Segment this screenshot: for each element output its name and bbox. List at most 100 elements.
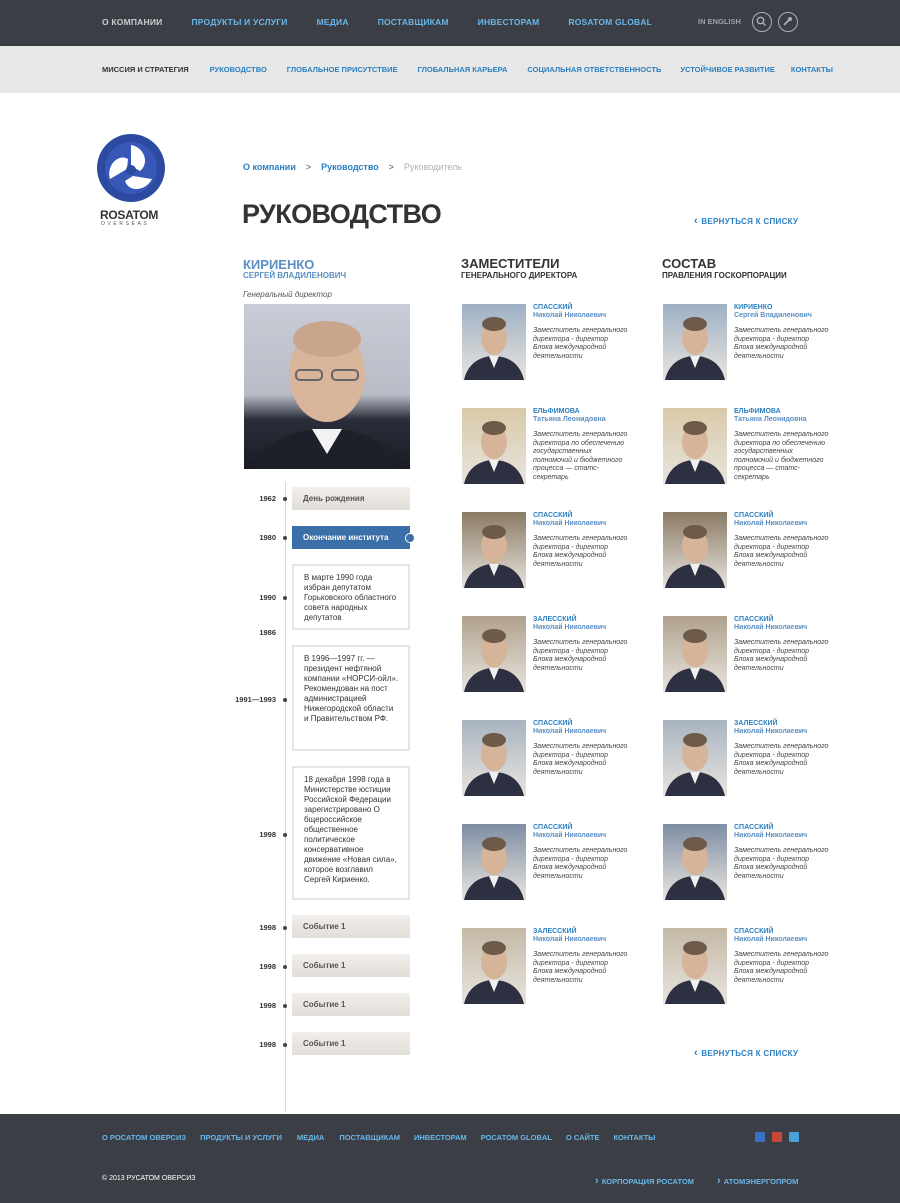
- footer-link-investors[interactable]: ИНВЕСТОРАМ: [414, 1133, 467, 1142]
- person-photo[interactable]: [462, 616, 526, 692]
- person-card[interactable]: СПАССКИЙ Николай Николаевич Заместитель ге…: [663, 512, 843, 592]
- person-last-name[interactable]: СПАССКИЙ: [533, 512, 572, 519]
- person-last-name[interactable]: ЕЛЬФИМОВА: [533, 408, 580, 415]
- person-card[interactable]: СПАССКИЙ Николай Николаевич Заместитель ге…: [462, 824, 642, 904]
- person-first-name[interactable]: Николай Николаевич: [734, 520, 807, 527]
- person-card[interactable]: СПАССКИЙ Николай Николаевич Заместитель ге…: [663, 928, 843, 1008]
- person-photo[interactable]: [462, 512, 526, 588]
- person-last-name[interactable]: ЗАЛЕССКИЙ: [533, 616, 577, 623]
- back-to-list-link-bottom[interactable]: ВЕРНУТЬСЯ К СПИСКУ: [694, 1047, 798, 1059]
- topnav-item-products[interactable]: ПРОДУКТЫ И УСЛУГИ: [191, 17, 287, 27]
- subnav-item-management[interactable]: РУКОВОДСТВО: [210, 65, 267, 74]
- chevron-down-icon[interactable]: [405, 533, 415, 543]
- person-last-name[interactable]: СПАССКИЙ: [533, 824, 572, 831]
- person-first-name[interactable]: Николай Николаевич: [533, 312, 606, 319]
- subnav-item-contacts[interactable]: КОНТАКТЫ: [791, 65, 833, 74]
- person-photo[interactable]: [663, 408, 727, 484]
- person-photo[interactable]: [663, 304, 727, 380]
- person-last-name[interactable]: ЗАЛЕССКИЙ: [533, 928, 577, 935]
- subnav-item-mission[interactable]: МИССИЯ И СТРАТЕГИЯ: [102, 65, 189, 74]
- person-card[interactable]: СПАССКИЙ Николай Николаевич Заместитель ге…: [462, 304, 642, 384]
- topnav-item-suppliers[interactable]: ПОСТАВЩИКАМ: [378, 17, 449, 27]
- breadcrumb-management[interactable]: Руководство: [321, 162, 379, 172]
- person-card[interactable]: СПАССКИЙ Николай Николаевич Заместитель ге…: [462, 720, 642, 800]
- person-card[interactable]: СПАССКИЙ Николай Николаевич Заместитель ге…: [663, 616, 843, 696]
- person-photo[interactable]: [462, 304, 526, 380]
- footer-link-site[interactable]: О САЙТЕ: [566, 1133, 600, 1142]
- back-to-list-link[interactable]: ВЕРНУТЬСЯ К СПИСКУ: [694, 215, 798, 227]
- footer-link-contacts[interactable]: КОНТАКТЫ: [613, 1133, 655, 1142]
- person-card[interactable]: ЗАЛЕССКИЙ Николай Николаевич Заместитель г…: [663, 720, 843, 800]
- person-last-name[interactable]: СПАССКИЙ: [734, 928, 773, 935]
- topnav-item-global[interactable]: ROSATOM GLOBAL: [568, 17, 652, 27]
- footer-link-media[interactable]: МЕДИА: [297, 1133, 324, 1142]
- footer-link-suppliers[interactable]: ПОСТАВЩИКАМ: [339, 1133, 400, 1142]
- subnav-item-responsibility[interactable]: СОЦИАЛЬНАЯ ОТВЕТСТВЕННОСТЬ: [527, 65, 661, 74]
- person-card[interactable]: ЕЛЬФИМОВА Татьяна Леонидовна Заместитель г…: [663, 408, 843, 488]
- person-first-name[interactable]: Сергей Владиленович: [734, 312, 812, 319]
- person-last-name[interactable]: ЕЛЬФИМОВА: [734, 408, 781, 415]
- wrench-icon[interactable]: [778, 12, 798, 32]
- person-photo[interactable]: [462, 824, 526, 900]
- person-last-name[interactable]: СПАССКИЙ: [533, 304, 572, 311]
- person-first-name[interactable]: Николай Николаевич: [734, 936, 807, 943]
- person-first-name[interactable]: Николай Николаевич: [533, 520, 606, 527]
- person-first-name[interactable]: Николай Николаевич: [533, 832, 606, 839]
- person-first-name[interactable]: Николай Николаевич: [533, 728, 606, 735]
- person-photo[interactable]: [663, 512, 727, 588]
- person-card[interactable]: СПАССКИЙ Николай Николаевич Заместитель ге…: [462, 512, 642, 592]
- topnav-item-media[interactable]: МЕДИА: [317, 17, 349, 27]
- person-photo[interactable]: [663, 824, 727, 900]
- person-last-name[interactable]: СПАССКИЙ: [734, 824, 773, 831]
- footer-link-global[interactable]: РОСАТОМ GLOBAL: [481, 1133, 552, 1142]
- timeline-event[interactable]: Событие 1: [292, 954, 410, 977]
- person-last-name[interactable]: СПАССКИЙ: [734, 616, 773, 623]
- person-photo[interactable]: [462, 928, 526, 1004]
- person-photo[interactable]: [462, 720, 526, 796]
- timeline-event[interactable]: Событие 1: [292, 993, 410, 1016]
- person-first-name[interactable]: Николай Николаевич: [734, 624, 807, 631]
- person-card[interactable]: ЗАЛЕССКИЙ Николай Николаевич Заместитель г…: [462, 616, 642, 696]
- language-switch[interactable]: IN ENGLISH: [698, 17, 741, 26]
- person-first-name[interactable]: Николай Николаевич: [734, 832, 807, 839]
- timeline-line: [285, 482, 286, 1112]
- person-first-name[interactable]: Николай Николаевич: [734, 728, 807, 735]
- person-first-name[interactable]: Николай Николаевич: [533, 936, 606, 943]
- subnav-item-presence[interactable]: ГЛОБАЛЬНОЕ ПРИСУТСТВИЕ: [287, 65, 398, 74]
- google-plus-icon[interactable]: [772, 1132, 782, 1142]
- person-photo[interactable]: [663, 928, 727, 1004]
- footer-link-products[interactable]: ПРОДУКТЫ И УСЛУГИ: [200, 1133, 282, 1142]
- timeline-event[interactable]: День рождения: [292, 487, 410, 510]
- person-first-name[interactable]: Татьяна Леонидовна: [533, 416, 606, 423]
- person-photo[interactable]: [663, 616, 727, 692]
- person-last-name[interactable]: ЗАЛЕССКИЙ: [734, 720, 778, 727]
- person-card[interactable]: ЗАЛЕССКИЙ Николай Николаевич Заместитель г…: [462, 928, 642, 1008]
- search-icon[interactable]: [752, 12, 772, 32]
- breadcrumb-company[interactable]: О компании: [243, 162, 296, 172]
- topnav-item-investors[interactable]: ИНВЕСТОРАМ: [478, 17, 540, 27]
- person-first-name[interactable]: Татьяна Леонидовна: [734, 416, 807, 423]
- timeline-event-active[interactable]: Окончание института: [292, 526, 410, 549]
- timeline-event[interactable]: Событие 1: [292, 1032, 410, 1055]
- person-photo[interactable]: [462, 408, 526, 484]
- footer-link-rosatom[interactable]: КОРПОРАЦИЯ РОСАТОМ: [595, 1175, 694, 1187]
- topnav-item-company[interactable]: О КОМПАНИИ: [102, 17, 162, 27]
- footer-link-atomenergoprom[interactable]: АТОМЭНЕРГОПРОМ: [717, 1175, 799, 1187]
- timeline-year: 1991—1993: [235, 695, 276, 704]
- twitter-icon[interactable]: [789, 1132, 799, 1142]
- person-card[interactable]: ЕЛЬФИМОВА Татьяна Леонидовна Заместитель г…: [462, 408, 642, 488]
- facebook-icon[interactable]: [755, 1132, 765, 1142]
- person-last-name[interactable]: СПАССКИЙ: [734, 512, 773, 519]
- rosatom-logo[interactable]: [96, 133, 166, 208]
- person-card[interactable]: КИРИЕНКО Сергей Владиленович Заместитель г…: [663, 304, 843, 384]
- person-photo[interactable]: [663, 720, 727, 796]
- subnav-item-sustainability[interactable]: УСТОЙЧИВОЕ РАЗВИТИЕ: [680, 65, 775, 74]
- person-card[interactable]: СПАССКИЙ Николай Николаевич Заместитель ге…: [663, 824, 843, 904]
- person-first-name[interactable]: Николай Николаевич: [533, 624, 606, 631]
- person-last-name[interactable]: СПАССКИЙ: [533, 720, 572, 727]
- subnav-item-career[interactable]: ГЛОБАЛЬНАЯ КАРЬЕРА: [418, 65, 508, 74]
- timeline-event[interactable]: Событие 1: [292, 915, 410, 938]
- footer-link-about[interactable]: О РОСАТОМ ОВЕРСИЗ: [102, 1133, 186, 1142]
- person-last-name[interactable]: КИРИЕНКО: [734, 304, 772, 311]
- timeline-year: 1998: [259, 1001, 276, 1010]
